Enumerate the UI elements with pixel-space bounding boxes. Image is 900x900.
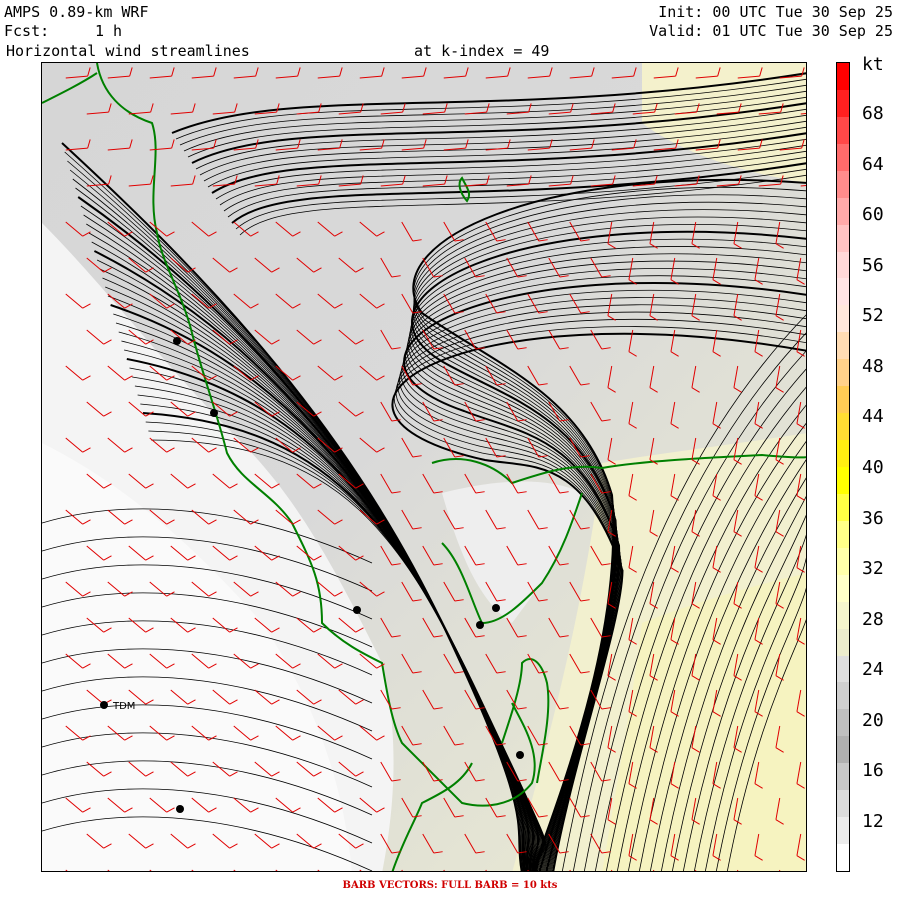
colorbar-segment bbox=[837, 763, 849, 791]
colorbar-tick-label: 64 bbox=[862, 154, 884, 175]
colorbar-tick-label: 56 bbox=[862, 255, 884, 276]
colorbar-tick-label: 44 bbox=[862, 406, 884, 427]
colorbar-segment bbox=[837, 790, 849, 818]
model-title: AMPS 0.89-km WRF bbox=[4, 3, 149, 21]
colorbar-tick-label: 68 bbox=[862, 103, 884, 124]
station-marker bbox=[210, 409, 218, 417]
colorbar-segment bbox=[837, 413, 849, 441]
station-marker bbox=[176, 805, 184, 813]
colorbar-segment bbox=[837, 359, 849, 387]
init-time: Init: 00 UTC Tue 30 Sep 25 bbox=[658, 3, 893, 21]
colorbar-tick-label: 40 bbox=[862, 457, 884, 478]
colorbar-segment bbox=[837, 817, 849, 845]
colorbar-segment bbox=[837, 467, 849, 495]
colorbar-tick-label: 32 bbox=[862, 558, 884, 579]
wind-map-canvas: TDM bbox=[42, 63, 806, 871]
colorbar-tick-label: 36 bbox=[862, 508, 884, 529]
station-marker bbox=[173, 337, 181, 345]
colorbar-segment bbox=[837, 332, 849, 360]
station-marker bbox=[492, 604, 500, 612]
colorbar-segment bbox=[837, 520, 849, 549]
station-marker bbox=[476, 621, 484, 629]
barb-legend: BARB VECTORS: FULL BARB = 10 kts bbox=[342, 880, 558, 891]
station-marker bbox=[100, 701, 108, 709]
colorbar-segment bbox=[837, 655, 849, 683]
colorbar-tick-label: 28 bbox=[862, 609, 884, 630]
station-marker bbox=[353, 606, 361, 614]
colorbar-tick-label: 16 bbox=[862, 760, 884, 781]
forecast-label: Fcst: bbox=[4, 22, 50, 40]
colorbar-segment bbox=[837, 547, 849, 576]
colorbar-segment bbox=[837, 628, 849, 657]
colorbar-segment bbox=[837, 251, 849, 279]
colorbar-segment bbox=[837, 305, 849, 333]
colorbar-segment bbox=[837, 709, 849, 737]
colorbar-tick-label: 60 bbox=[862, 204, 884, 225]
speed-colorbar bbox=[836, 62, 850, 872]
colorbar-segment bbox=[837, 601, 849, 630]
colorbar-tick-label: 24 bbox=[862, 659, 884, 680]
colorbar-segment bbox=[837, 224, 849, 253]
colorbar-segment bbox=[837, 574, 849, 603]
colorbar-segment bbox=[837, 89, 849, 118]
colorbar-segment bbox=[837, 170, 849, 199]
colorbar-segment bbox=[837, 63, 849, 91]
colorbar-segment bbox=[837, 440, 849, 468]
wind-map: TDM bbox=[41, 62, 807, 872]
colorbar-unit: kt bbox=[862, 54, 884, 75]
field-title: Horizontal wind streamlines bbox=[6, 42, 250, 60]
colorbar-tick-label: 20 bbox=[862, 710, 884, 731]
colorbar-segment bbox=[837, 116, 849, 145]
colorbar-tick-label: 12 bbox=[862, 811, 884, 832]
level-label: at k-index = 49 bbox=[414, 42, 550, 60]
station-label: TDM bbox=[112, 701, 135, 712]
colorbar-tick-label: 52 bbox=[862, 305, 884, 326]
colorbar-segment bbox=[837, 278, 849, 306]
colorbar-segment bbox=[837, 197, 849, 226]
station-marker bbox=[516, 751, 524, 759]
colorbar-segment bbox=[837, 736, 849, 764]
colorbar-segment bbox=[837, 844, 849, 872]
valid-time: Valid: 01 UTC Tue 30 Sep 25 bbox=[649, 22, 893, 40]
colorbar-segment bbox=[837, 493, 849, 522]
colorbar-tick-label: 48 bbox=[862, 356, 884, 377]
colorbar-segment bbox=[837, 682, 849, 710]
colorbar-segment bbox=[837, 386, 849, 414]
forecast-hour: 1 h bbox=[95, 22, 123, 40]
colorbar-segment bbox=[837, 143, 849, 172]
